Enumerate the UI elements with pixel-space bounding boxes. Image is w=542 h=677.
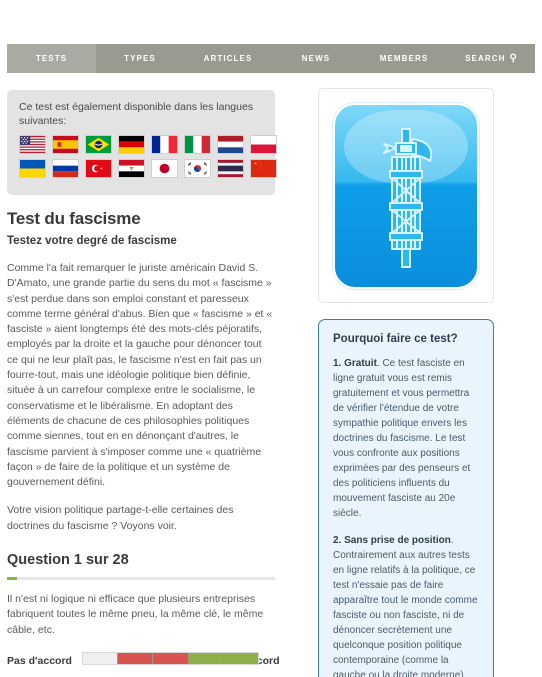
nav-label-members: MEMBERS [379,54,429,63]
info-point-1: 1. Gratuit. Ce test fasciste en ligne gr… [333,356,479,521]
nav-label-news: NEWS [301,54,331,63]
nav-item-members[interactable]: MEMBERS [360,44,448,73]
sidebar-column: Pourquoi faire ce test? 1. Gratuit. Ce t… [318,88,494,677]
why-take-test-card: Pourquoi faire ce test? 1. Gratuit. Ce t… [318,319,494,677]
page-subtitle: Testez votre degré de fascisme [7,235,177,247]
answer-scale: Pas d'accord D'accord [7,651,280,670]
flag-italy[interactable] [184,135,211,154]
flag-netherlands[interactable] [217,135,244,154]
nav-label-tests: TESTS [35,54,68,63]
flag-france[interactable] [151,135,178,154]
search-icon: ⚲ [509,52,518,64]
info-card-title: Pourquoi faire ce test? [333,333,458,345]
question-heading: Question 1 sur 28 [7,552,129,569]
flag-china[interactable] [250,159,277,178]
flag-ukraine[interactable] [19,159,46,178]
flag-brazil[interactable] [85,135,112,154]
flag-south-korea[interactable] [184,159,211,178]
flag-russia[interactable] [52,159,79,178]
nav-label-articles: ARTICLES [203,54,253,63]
scale-segment-1[interactable] [83,652,119,664]
flag-united-states[interactable] [19,135,46,154]
nav-item-types[interactable]: TYPES [96,44,184,73]
test-icon-card [318,88,494,303]
info-point-2: 2. Sans prise de position. Contrairement… [333,533,479,677]
info-point-2-bold: 2. Sans prise de position [333,535,451,546]
question-progress-fill [7,577,17,581]
question-progress-bar [7,577,275,581]
flag-germany[interactable] [118,135,145,154]
scale-segments[interactable] [82,651,259,665]
flag-thailand[interactable] [217,159,244,178]
flag-japan[interactable] [151,159,178,178]
nav-item-articles[interactable]: ARTICLES [184,44,272,73]
page-root: TESTS TYPES ARTICLES NEWS MEMBERS SEARCH… [0,0,542,677]
nav-item-search[interactable]: SEARCH ⚲ [448,44,535,73]
nav-item-news[interactable]: NEWS [272,44,360,73]
article-paragraph-2: Votre vision politique partage-t-elle ce… [7,504,234,532]
flags-row-2 [19,159,277,178]
language-notice: Ce test est également disponible dans le… [19,101,254,127]
nav-label-types: TYPES [124,54,156,63]
info-point-2-text: . Contrairement aux autres tests en lign… [333,535,478,677]
question-text: Il n'est ni logique ni efficace que plus… [7,593,264,636]
flag-poland[interactable] [250,135,277,154]
info-point-1-bold: 1. Gratuit [333,358,377,369]
page-title: Test du fascisme [7,209,141,228]
flag-spain[interactable] [52,135,79,154]
info-point-1-text: . Ce test fasciste en ligne gratuit vous… [333,358,471,519]
language-selector-box: Ce test est également disponible dans le… [7,90,277,195]
article-paragraph-1: Comme l'a fait remarquer le juriste amér… [7,262,273,489]
fasces-icon [333,102,479,289]
scale-segment-4[interactable] [188,652,224,664]
main-content-column: Ce test est également disponible dans le… [7,90,280,677]
flags-row-1 [19,135,277,154]
nav-item-tests[interactable]: TESTS [7,44,96,73]
scale-segment-2[interactable] [118,652,154,664]
nav-label-search: SEARCH [465,54,506,63]
flag-egypt[interactable] [118,159,145,178]
scale-segment-5[interactable] [223,652,259,664]
scale-segment-3[interactable] [153,652,189,664]
flag-turkey[interactable] [85,159,112,178]
scale-label-disagree: Pas d'accord [7,654,72,667]
main-navigation: TESTS TYPES ARTICLES NEWS MEMBERS SEARCH… [7,44,535,73]
